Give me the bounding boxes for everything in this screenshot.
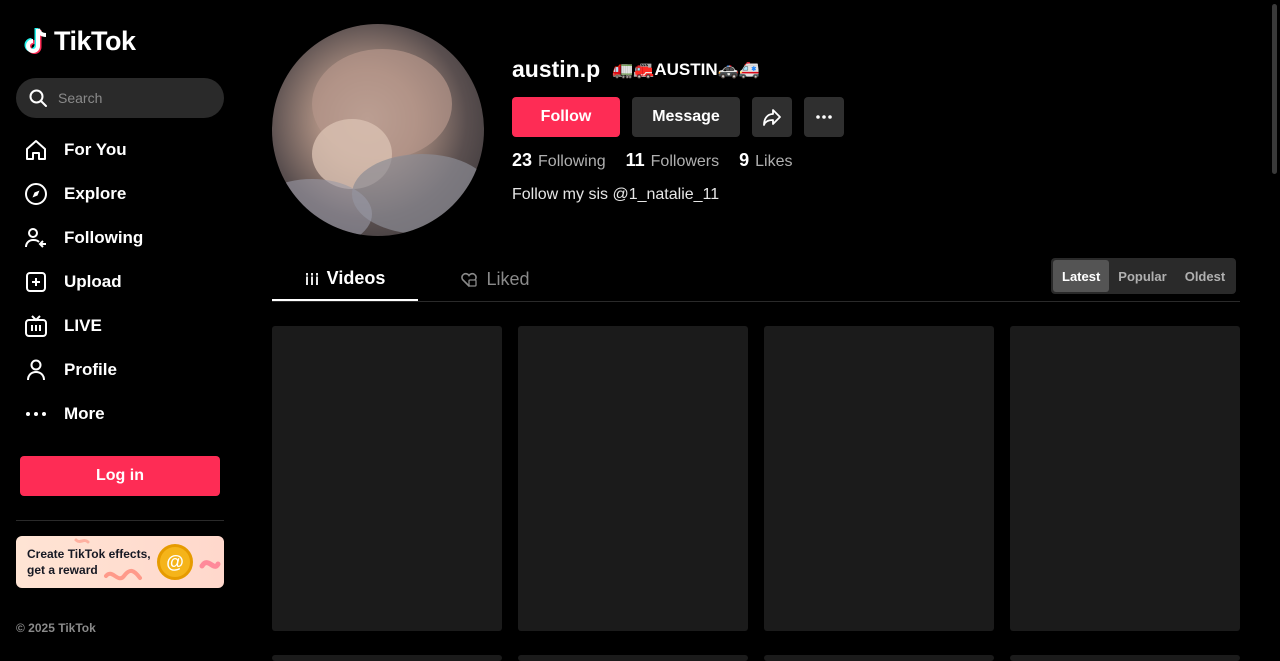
tab-liked[interactable]: Liked [440, 258, 550, 301]
profile-stats: 23 Following 11 Followers 9 Likes [512, 150, 813, 171]
follow-button[interactable]: Follow [512, 97, 620, 137]
stat-likes: 9 Likes [739, 150, 792, 171]
video-card[interactable] [518, 655, 748, 661]
sidebar-item-more[interactable]: More [16, 392, 224, 436]
live-icon [24, 314, 48, 338]
home-icon [24, 138, 48, 162]
search-box[interactable] [16, 78, 224, 118]
search-icon [29, 89, 47, 107]
sidebar-item-label: LIVE [64, 316, 102, 335]
sidebar-item-following[interactable]: Following [16, 216, 224, 260]
sidebar-item-label: For You [64, 140, 127, 159]
sidebar-item-label: More [64, 404, 105, 423]
video-card[interactable] [518, 326, 748, 631]
grid-icon [304, 272, 319, 286]
reward-coin-icon: @ [157, 544, 193, 580]
app-name: TikTok [54, 26, 136, 56]
sidebar-item-label: Following [64, 228, 144, 247]
stat-followers[interactable]: 11 Followers [626, 150, 720, 171]
share-button[interactable] [752, 97, 792, 137]
video-card[interactable] [1010, 655, 1240, 661]
video-card[interactable] [272, 655, 502, 661]
sidebar-item-for-you[interactable]: For You [16, 128, 224, 172]
tiktok-note-icon [24, 27, 47, 54]
profile-username: austin.p [512, 56, 601, 82]
avatar [272, 24, 484, 236]
video-card[interactable] [272, 326, 502, 631]
tab-videos[interactable]: Videos [272, 258, 418, 301]
copyright: © 2025 TikTok [16, 621, 96, 635]
stat-label: Followers [650, 153, 720, 170]
sidebar-item-label: Profile [64, 360, 117, 379]
more-icon [24, 402, 48, 426]
video-card[interactable] [764, 655, 994, 661]
tab-label: Videos [326, 268, 386, 288]
stat-value: 9 [739, 150, 750, 170]
tiktok-logo[interactable]: TikTok [24, 26, 136, 57]
effects-promo-banner[interactable]: Create TikTok effects, get a reward @ [16, 536, 224, 588]
sidebar-divider [16, 520, 224, 521]
share-icon [763, 109, 781, 126]
sort-selector: Latest Popular Oldest [1051, 258, 1237, 294]
stat-value: 23 [512, 150, 533, 170]
sidebar-item-upload[interactable]: Upload [16, 260, 224, 304]
profile-icon [24, 358, 48, 382]
avatar-photo [272, 49, 484, 236]
compass-icon [24, 182, 48, 206]
sidebar-item-label: Upload [64, 272, 122, 291]
video-card[interactable] [1010, 326, 1240, 631]
upload-icon [24, 270, 48, 294]
sort-oldest[interactable]: Oldest [1176, 260, 1234, 292]
sort-latest[interactable]: Latest [1053, 260, 1110, 292]
sidebar-item-profile[interactable]: Profile [16, 348, 224, 392]
video-card[interactable] [764, 326, 994, 631]
profile-bio: Follow my sis @1_natalie_11 [512, 186, 720, 203]
ellipsis-icon [816, 115, 832, 119]
sidebar-item-live[interactable]: LIVE [16, 304, 224, 348]
message-button[interactable]: Message [632, 97, 740, 137]
promo-text: Create TikTok effects, get a reward [27, 547, 151, 577]
sidebar-item-explore[interactable]: Explore [16, 172, 224, 216]
stat-following[interactable]: 23 Following [512, 150, 606, 171]
stat-value: 11 [625, 150, 645, 170]
sidebar: TikTok For You Explore Following [0, 0, 240, 661]
sidebar-item-label: Explore [64, 184, 127, 203]
login-button[interactable]: Log in [20, 456, 220, 496]
tab-label: Liked [486, 269, 530, 289]
stat-label: Likes [755, 153, 793, 170]
profile-nickname: 🚛🚒AUSTIN🚓🚑 [612, 60, 760, 79]
heart-lock-icon [460, 272, 478, 288]
search-input[interactable] [58, 90, 208, 106]
following-icon [24, 226, 48, 250]
scrollbar[interactable] [1272, 4, 1277, 174]
more-options-button[interactable] [804, 97, 844, 137]
stat-label: Following [538, 153, 606, 170]
sidebar-nav: For You Explore Following Upload LIVE Pr… [16, 128, 224, 436]
sort-popular[interactable]: Popular [1109, 260, 1175, 292]
